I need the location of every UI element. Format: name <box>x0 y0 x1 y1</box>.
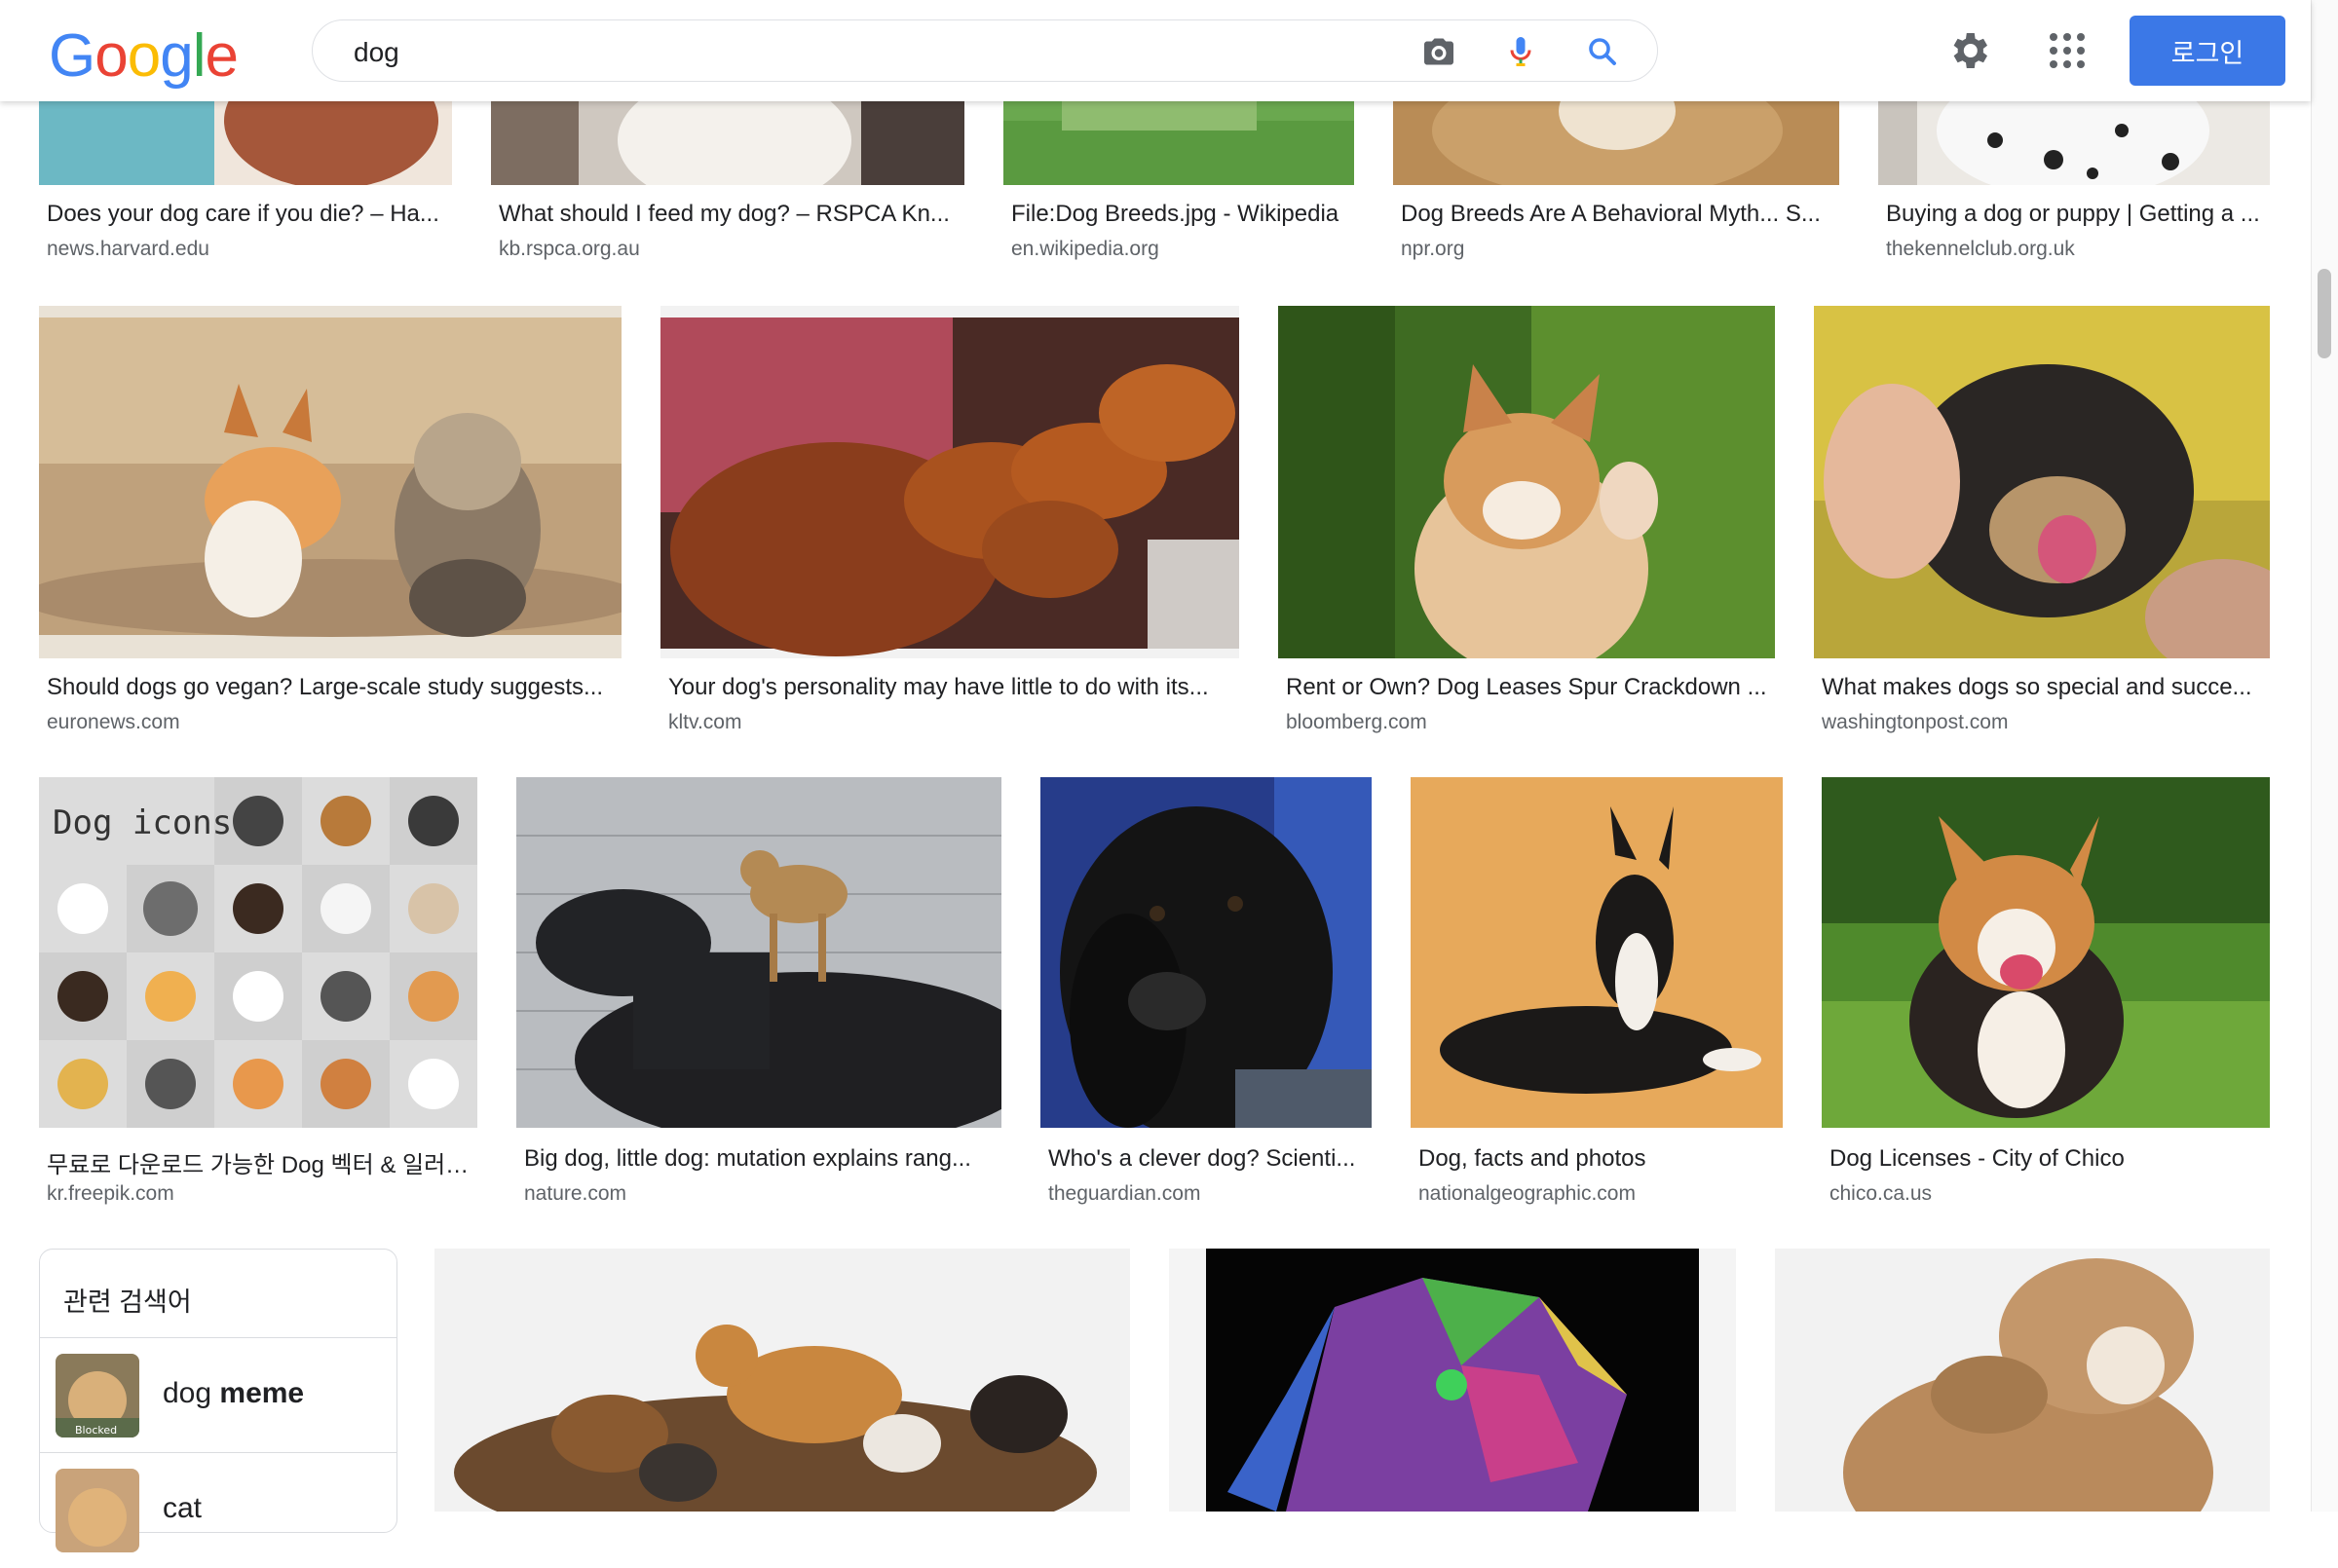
result-image[interactable] <box>434 1249 1130 1512</box>
result-source: npr.org <box>1401 238 1465 260</box>
result-source: washingtonpost.com <box>1822 711 2009 733</box>
result-title[interactable]: Rent or Own? Dog Leases Spur Crackdown .… <box>1286 674 1771 701</box>
logo-letter: G <box>49 22 95 90</box>
result-source: news.harvard.edu <box>47 238 209 260</box>
logo-letter: o <box>94 22 128 90</box>
result-title[interactable]: What makes dogs so special and succe... <box>1822 674 2266 701</box>
related-search-prefix: cat <box>163 1492 203 1524</box>
result-source: thekennelclub.org.uk <box>1886 238 2075 260</box>
result-source: nature.com <box>524 1182 627 1205</box>
result-title[interactable]: Your dog's personality may have little t… <box>668 674 1233 701</box>
related-thumb <box>56 1469 139 1552</box>
result-image[interactable] <box>1003 101 1354 185</box>
result-source: theguardian.com <box>1048 1182 1201 1205</box>
related-search-bold: meme <box>219 1377 305 1409</box>
result-title[interactable]: What should I feed my dog? – RSPCA Kn... <box>499 201 957 228</box>
result-image[interactable] <box>1411 777 1783 1128</box>
search-box <box>312 19 1658 82</box>
image-caption-text: Dog icons <box>53 803 232 842</box>
google-logo[interactable]: Google <box>49 21 239 91</box>
result-image[interactable] <box>516 777 1001 1128</box>
result-image[interactable] <box>1040 777 1372 1128</box>
result-title[interactable]: Does your dog care if you die? – Ha... <box>47 201 446 228</box>
logo-letter: l <box>192 22 207 90</box>
result-image[interactable]: Dog icons <box>39 777 477 1128</box>
result-image[interactable] <box>1393 101 1839 185</box>
result-title[interactable]: Dog Licenses - City of Chico <box>1829 1145 2268 1173</box>
result-image[interactable] <box>1169 1249 1736 1512</box>
result-title[interactable]: Buying a dog or puppy | Getting a ... <box>1886 201 2268 228</box>
logo-letter: o <box>127 22 161 90</box>
result-image[interactable] <box>1775 1249 2270 1512</box>
result-title[interactable]: Dog, facts and photos <box>1418 1145 1779 1173</box>
apps-grid-icon[interactable] <box>2044 27 2091 74</box>
top-header: Google 로그인 <box>0 0 2311 101</box>
result-source: kb.rspca.org.au <box>499 238 640 260</box>
blocked-badge: Blocked <box>75 1424 117 1437</box>
result-image[interactable] <box>1878 101 2270 185</box>
related-search-item[interactable]: cat <box>40 1452 396 1568</box>
result-title[interactable]: Big dog, little dog: mutation explains r… <box>524 1145 992 1173</box>
result-title[interactable]: File:Dog Breeds.jpg - Wikipedia <box>1011 201 1354 228</box>
related-search-label[interactable]: cat <box>163 1492 202 1525</box>
search-input[interactable] <box>352 32 1330 73</box>
result-title[interactable]: Who's a clever dog? Scienti... <box>1048 1145 1362 1173</box>
result-image[interactable] <box>1822 777 2270 1128</box>
result-title[interactable]: 무료로 다운로드 가능한 Dog 벡터 & 일러스... <box>47 1145 473 1179</box>
result-source: en.wikipedia.org <box>1011 238 1159 260</box>
result-image[interactable] <box>660 306 1239 658</box>
result-source: nationalgeographic.com <box>1418 1182 1636 1205</box>
related-searches-title: 관련 검색어 <box>63 1288 192 1317</box>
result-source: kltv.com <box>668 711 742 733</box>
related-search-label[interactable]: dog meme <box>163 1377 304 1410</box>
result-source: euronews.com <box>47 711 180 733</box>
logo-letter: g <box>160 22 193 90</box>
related-search-prefix: dog <box>163 1377 220 1409</box>
result-title[interactable]: Should dogs go vegan? Large-scale study … <box>47 674 618 701</box>
login-button[interactable]: 로그인 <box>2130 16 2285 86</box>
result-image[interactable] <box>1814 306 2270 658</box>
logo-letter: e <box>205 22 238 90</box>
result-image[interactable] <box>1278 306 1775 658</box>
result-title[interactable]: Dog Breeds Are A Behavioral Myth... S... <box>1401 201 1829 228</box>
result-image[interactable] <box>39 101 452 185</box>
microphone-icon[interactable] <box>1503 34 1538 69</box>
related-searches-panel: 관련 검색어 Blocked dog meme cat <box>39 1249 397 1552</box>
result-image[interactable] <box>39 306 622 658</box>
result-source: bloomberg.com <box>1286 711 1427 733</box>
search-icon[interactable] <box>1585 34 1620 69</box>
related-thumb: Blocked <box>56 1354 139 1437</box>
result-source: chico.ca.us <box>1829 1182 1933 1205</box>
camera-icon[interactable] <box>1421 34 1456 69</box>
related-search-item[interactable]: Blocked dog meme <box>40 1337 396 1453</box>
result-source: kr.freepik.com <box>47 1182 174 1205</box>
page-scrollbar[interactable] <box>2311 0 2338 1512</box>
result-image[interactable] <box>491 101 964 185</box>
gear-icon[interactable] <box>1945 27 1992 74</box>
scrollbar-thumb[interactable] <box>2318 269 2331 358</box>
